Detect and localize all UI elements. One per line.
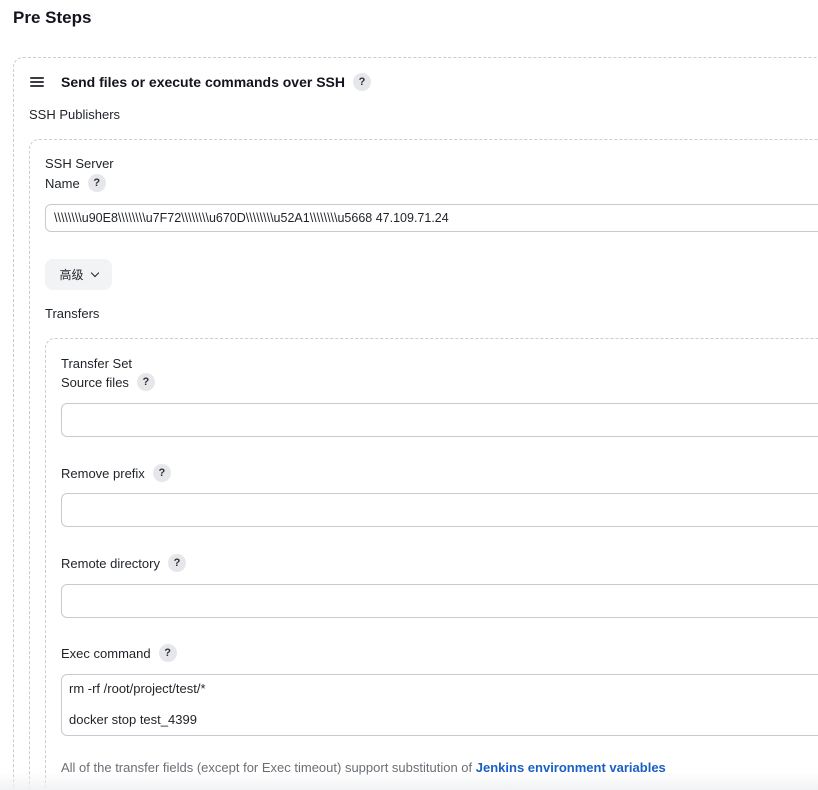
- name-label: Name ?: [45, 174, 106, 192]
- ssh-publishers-label: SSH Publishers: [29, 107, 121, 122]
- advanced-button-label: 高级: [59, 268, 84, 282]
- source-files-label: Source files ?: [61, 373, 155, 391]
- source-files-label-text: Source files: [61, 374, 129, 390]
- ssh-server-label: SSH Server: [45, 156, 114, 171]
- exec-command-textarea[interactable]: rm -rf /root/project/test/* docker stop …: [61, 674, 818, 736]
- remote-directory-input[interactable]: [61, 584, 818, 618]
- name-help-icon[interactable]: ?: [87, 174, 106, 192]
- remote-directory-label-text: Remote directory: [61, 555, 160, 571]
- exec-command-label: Exec command ?: [61, 644, 177, 662]
- chevron-down-icon: [90, 268, 99, 278]
- name-label-text: Name: [45, 175, 80, 191]
- source-files-input[interactable]: [61, 403, 818, 437]
- remove-prefix-input[interactable]: [61, 493, 818, 527]
- source-files-help-icon[interactable]: ?: [136, 373, 155, 391]
- step-help-icon[interactable]: ?: [353, 73, 371, 91]
- ssh-server-name-value: \\\\\\\\u90E8\\\\\\\\u7F72\\\\\\\\u670D\…: [54, 211, 449, 225]
- bottom-fade: [0, 772, 818, 790]
- remove-prefix-label-text: Remove prefix: [61, 465, 145, 481]
- ssh-server-name-select[interactable]: \\\\\\\\u90E8\\\\\\\\u7F72\\\\\\\\u670D\…: [45, 204, 818, 232]
- remove-prefix-label: Remove prefix ?: [61, 464, 171, 482]
- step-header: Send files or execute commands over SSH …: [30, 72, 371, 92]
- exec-command-line: rm -rf /root/project/test/*: [69, 681, 206, 696]
- exec-command-line: docker stop test_4399: [69, 712, 197, 727]
- section-title: Pre Steps: [13, 8, 92, 27]
- advanced-button[interactable]: 高级: [45, 259, 112, 290]
- exec-command-help-icon[interactable]: ?: [158, 644, 177, 662]
- step-title: Send files or execute commands over SSH: [61, 74, 345, 90]
- transfer-set-label: Transfer Set: [61, 356, 133, 371]
- exec-command-label-text: Exec command: [61, 645, 151, 661]
- remove-prefix-help-icon[interactable]: ?: [152, 464, 171, 482]
- remote-directory-label: Remote directory ?: [61, 554, 186, 572]
- drag-handle-icon[interactable]: [30, 77, 44, 87]
- transfers-label: Transfers: [45, 306, 100, 321]
- remote-directory-help-icon[interactable]: ?: [167, 554, 186, 572]
